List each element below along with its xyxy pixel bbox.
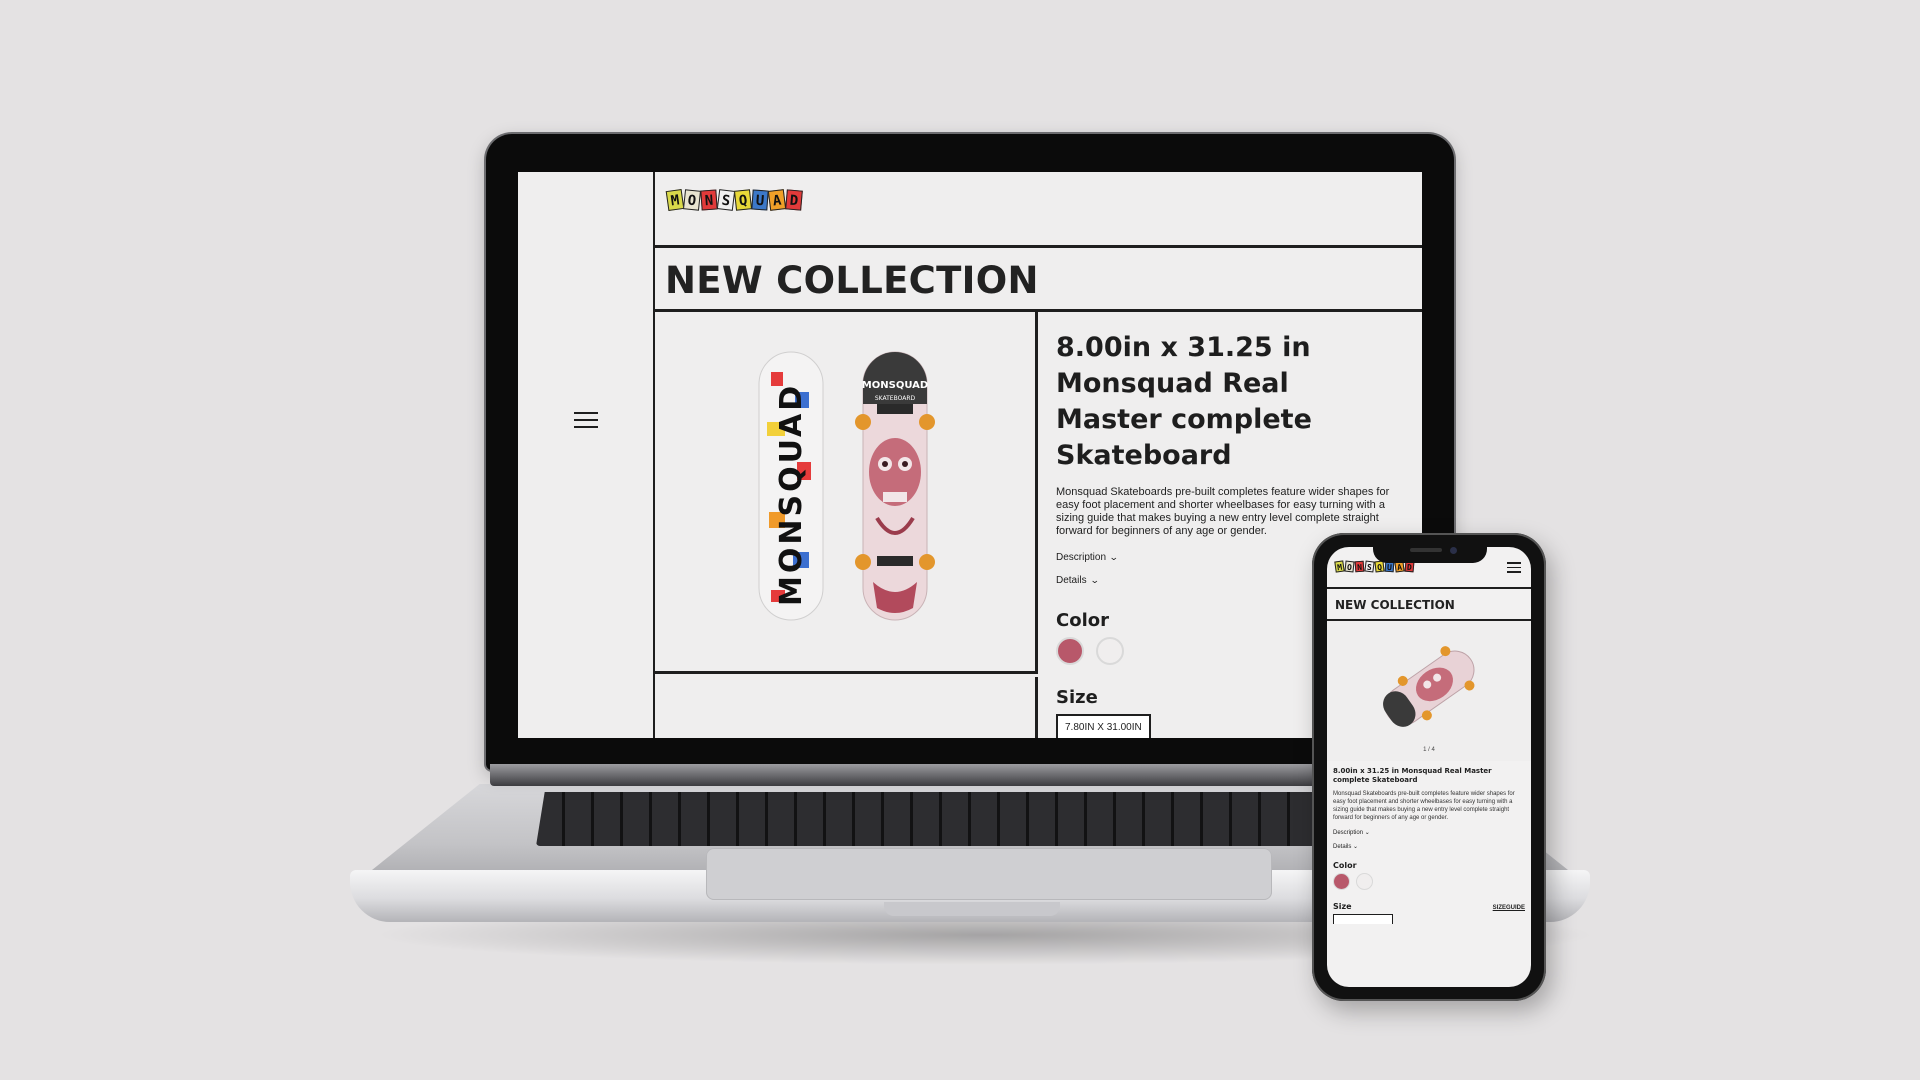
skateboard-deck-right: MONSQUAD SKATEBOARD bbox=[855, 351, 935, 621]
chevron-down-icon: ⌄ bbox=[1364, 830, 1370, 836]
mobile-size-row: Size SIZEGUIDE bbox=[1333, 902, 1525, 911]
laptop-trackpad bbox=[706, 848, 1272, 900]
mobile-color-swatches bbox=[1333, 873, 1525, 890]
image-counter: 1 / 4 bbox=[1423, 747, 1435, 753]
page-title-bar: NEW COLLECTION bbox=[655, 248, 1422, 312]
mobile-color-swatch-pink[interactable] bbox=[1333, 873, 1350, 890]
logo-letter: N bbox=[1354, 560, 1365, 573]
mobile-product-title: 8.00in x 31.25 in Monsquad Real Master c… bbox=[1333, 767, 1492, 784]
details-accordion-label: Details bbox=[1056, 575, 1087, 586]
mobile-description-accordion[interactable]: Description ⌄ bbox=[1333, 829, 1525, 836]
laptop-hinge bbox=[490, 764, 1450, 786]
phone-camera bbox=[1450, 547, 1457, 554]
mobile-product-image[interactable] bbox=[1327, 621, 1531, 761]
mobile-details-label: Details bbox=[1333, 844, 1352, 850]
color-swatch-pink[interactable] bbox=[1056, 637, 1084, 665]
logo-letter: Q bbox=[733, 189, 753, 211]
laptop-keyboard bbox=[536, 792, 1406, 846]
mobile-size-heading: Size bbox=[1333, 902, 1352, 911]
laptop-notch bbox=[884, 902, 1060, 916]
mobile-page-title: NEW COLLECTION bbox=[1335, 598, 1455, 612]
site-header: MONSQUAD bbox=[655, 172, 1422, 248]
sidebar bbox=[518, 172, 655, 738]
skateboard-deck-left: MONSQUAD bbox=[758, 351, 824, 621]
logo-letter: O bbox=[1344, 560, 1355, 573]
logo-letter: S bbox=[1364, 560, 1375, 573]
description-accordion-label: Description bbox=[1056, 552, 1107, 563]
deck-sub-text: SKATEBOARD bbox=[875, 395, 916, 402]
logo-letter: A bbox=[767, 189, 787, 211]
logo-letter: U bbox=[751, 189, 769, 211]
logo-letter: O bbox=[682, 189, 702, 211]
chevron-down-icon: ⌄ bbox=[1089, 575, 1100, 585]
chevron-down-icon: ⌄ bbox=[1108, 552, 1119, 562]
page-title: NEW COLLECTION bbox=[665, 259, 1039, 302]
size-guide-link[interactable]: SIZEGUIDE bbox=[1493, 905, 1525, 911]
chevron-down-icon: ⌄ bbox=[1353, 844, 1359, 850]
mobile-description-label: Description bbox=[1333, 830, 1364, 836]
skateboard-illustration-mobile bbox=[1383, 646, 1475, 727]
laptop-screen: MONSQUAD NEW COLLECTION MONSQUAD MONSQUA… bbox=[518, 172, 1422, 738]
mobile-size-option-button[interactable] bbox=[1333, 914, 1393, 924]
logo-letter: D bbox=[785, 189, 803, 211]
logo-letter: S bbox=[716, 189, 736, 211]
mobile-color-swatch-white[interactable] bbox=[1356, 873, 1373, 890]
mobile-details-accordion[interactable]: Details ⌄ bbox=[1333, 843, 1525, 850]
logo-letter: M bbox=[665, 188, 685, 212]
hamburger-menu-icon[interactable] bbox=[1507, 562, 1521, 573]
product-description: Monsquad Skateboards pre-built completes… bbox=[1056, 486, 1390, 537]
phone-speaker bbox=[1410, 548, 1442, 552]
mobile-product-description: Monsquad Skateboards pre-built completes… bbox=[1333, 791, 1515, 821]
deck-text: MONSQUAD bbox=[774, 383, 809, 606]
deck-brand-text: MONSQUAD bbox=[862, 380, 928, 391]
color-swatch-white[interactable] bbox=[1096, 637, 1124, 665]
product-image-secondary[interactable] bbox=[655, 677, 1038, 738]
product-title: 8.00in x 31.25 in Monsquad Real Master c… bbox=[1056, 332, 1312, 471]
mobile-title-bar: NEW COLLECTION bbox=[1327, 589, 1531, 621]
logo-letter: M bbox=[1334, 560, 1345, 573]
size-option-button[interactable]: 7.80IN X 31.00IN bbox=[1056, 714, 1151, 738]
skateboards-illustration: MONSQUAD MONSQUAD SKATEBOARD bbox=[758, 351, 935, 621]
logo-letter: N bbox=[700, 189, 718, 211]
mobile-product-info: 8.00in x 31.25 in Monsquad Real Master c… bbox=[1333, 767, 1525, 924]
monsquad-logo[interactable]: MONSQUAD bbox=[665, 188, 803, 212]
phone-screen: MONSQUAD NEW COLLECTION 1 / 4 8.00in x 3… bbox=[1327, 547, 1531, 987]
hamburger-menu-icon[interactable] bbox=[574, 412, 598, 429]
product-image[interactable]: MONSQUAD MONSQUAD SKATEBOARD bbox=[655, 312, 1038, 674]
mobile-color-heading: Color bbox=[1333, 861, 1357, 870]
